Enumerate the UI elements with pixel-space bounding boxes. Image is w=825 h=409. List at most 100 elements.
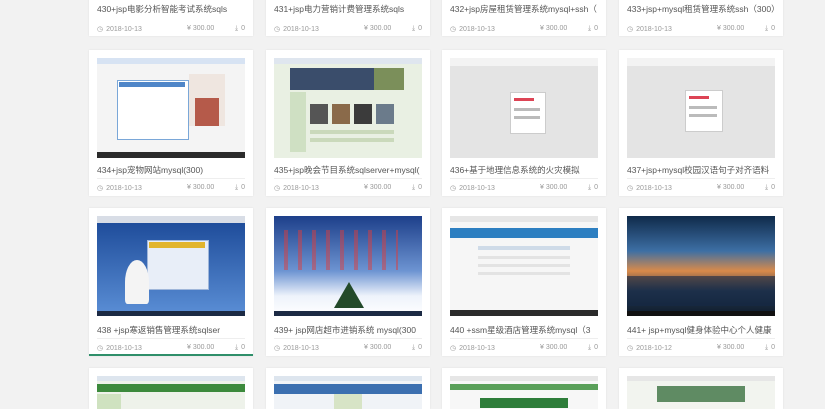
- clock-icon: ◷: [627, 26, 634, 33]
- product-title[interactable]: 436+基于地理信息系统的火灾模拟: [450, 164, 598, 176]
- product-date: 2018-10-13: [459, 26, 495, 33]
- product-price: ¥ 300.00: [717, 344, 745, 351]
- clock-icon: ◷: [274, 26, 281, 33]
- product-price: ¥ 300.00: [364, 184, 392, 191]
- product-card[interactable]: 430+jsp电影分析智能考试系统sqls ◷ 2018-10-13 ¥ 300.…: [89, 0, 253, 36]
- clock-icon: ◷: [97, 185, 104, 192]
- download-icon: ⤓: [411, 25, 416, 32]
- product-price: ¥ 300.00: [717, 25, 745, 32]
- product-price: ¥ 300.00: [187, 25, 215, 32]
- product-title[interactable]: 440 +ssm星级酒店管理系统mysql（3: [450, 324, 598, 336]
- download-count: 0: [418, 344, 422, 351]
- product-date: 2018-10-13: [459, 185, 495, 192]
- product-thumbnail[interactable]: [627, 376, 775, 409]
- product-date: 2018-10-12: [636, 345, 672, 352]
- product-title[interactable]: 434+jsp宠物网站mysql(300): [97, 164, 245, 176]
- download-count: 0: [594, 344, 598, 351]
- product-price: ¥ 300.00: [187, 184, 215, 191]
- download-icon: ⤓: [234, 344, 239, 351]
- product-title[interactable]: 441+ jsp+mysql健身体验中心个人健康: [627, 324, 775, 336]
- product-card[interactable]: 439+ jsp网店超市进销系统 mysql(300 ◷ 2018-10-13 ¥…: [266, 208, 430, 356]
- download-count: 0: [771, 184, 775, 191]
- download-count: 0: [594, 25, 598, 32]
- download-icon: ⤓: [234, 184, 239, 191]
- product-thumbnail[interactable]: [274, 216, 422, 316]
- download-icon: ⤓: [411, 344, 416, 351]
- clock-icon: ◷: [97, 345, 104, 352]
- product-date: 2018-10-13: [106, 185, 142, 192]
- product-thumbnail[interactable]: [450, 216, 598, 316]
- product-card[interactable]: 441+ jsp+mysql健身体验中心个人健康 ◷ 2018-10-12 ¥ 3…: [619, 208, 783, 356]
- product-card[interactable]: 436+基于地理信息系统的火灾模拟 ◷ 2018-10-13 ¥ 300.00 ⤓…: [442, 50, 606, 196]
- product-thumbnail[interactable]: [97, 216, 245, 316]
- product-card[interactable]: 440 +ssm星级酒店管理系统mysql（3 ◷ 2018-10-13 ¥ 30…: [442, 208, 606, 356]
- product-thumbnail[interactable]: [274, 58, 422, 158]
- clock-icon: ◷: [274, 345, 281, 352]
- download-count: 0: [418, 25, 422, 32]
- product-title[interactable]: 439+ jsp网店超市进销系统 mysql(300: [274, 324, 422, 336]
- clock-icon: ◷: [627, 185, 634, 192]
- product-thumbnail[interactable]: [627, 216, 775, 316]
- product-card[interactable]: [619, 368, 783, 409]
- product-date: 2018-10-13: [636, 26, 672, 33]
- download-icon: ⤓: [587, 184, 592, 191]
- product-card[interactable]: 432+jsp房屋租赁管理系统mysql+ssh（ ◷ 2018-10-13 ¥ …: [442, 0, 606, 36]
- active-indicator: [89, 354, 253, 356]
- download-count: 0: [594, 184, 598, 191]
- download-icon: ⤓: [411, 184, 416, 191]
- download-icon: ⤓: [764, 25, 769, 32]
- product-card[interactable]: [266, 368, 430, 409]
- clock-icon: ◷: [274, 185, 281, 192]
- product-card[interactable]: 435+jsp晚会节目系统sqlserver+mysql( ◷ 2018-10-1…: [266, 50, 430, 196]
- product-date: 2018-10-13: [636, 185, 672, 192]
- product-date: 2018-10-13: [459, 345, 495, 352]
- product-date: 2018-10-13: [283, 26, 319, 33]
- clock-icon: ◷: [450, 345, 457, 352]
- product-date: 2018-10-13: [283, 345, 319, 352]
- product-thumbnail[interactable]: [274, 376, 422, 409]
- product-price: ¥ 300.00: [717, 184, 745, 191]
- product-title[interactable]: 432+jsp房屋租赁管理系统mysql+ssh（: [450, 3, 598, 15]
- download-count: 0: [771, 25, 775, 32]
- product-date: 2018-10-13: [283, 185, 319, 192]
- download-icon: ⤓: [587, 344, 592, 351]
- product-thumbnail[interactable]: [450, 58, 598, 158]
- download-count: 0: [418, 184, 422, 191]
- download-icon: ⤓: [587, 25, 592, 32]
- product-title[interactable]: 438 +jsp寒返销售管理系统sqlser: [97, 324, 245, 336]
- product-thumbnail[interactable]: [97, 376, 245, 409]
- download-count: 0: [241, 344, 245, 351]
- clock-icon: ◷: [627, 345, 634, 352]
- product-price: ¥ 300.00: [540, 344, 568, 351]
- download-count: 0: [241, 184, 245, 191]
- product-card[interactable]: 431+jsp电力营销计费管理系统sqls ◷ 2018-10-13 ¥ 300.…: [266, 0, 430, 36]
- product-price: ¥ 300.00: [540, 25, 568, 32]
- product-title[interactable]: 435+jsp晚会节目系统sqlserver+mysql(: [274, 164, 422, 176]
- download-count: 0: [771, 344, 775, 351]
- clock-icon: ◷: [450, 185, 457, 192]
- product-price: ¥ 300.00: [364, 25, 392, 32]
- product-title[interactable]: 433+jsp+mysql租赁管理系统ssh（300）: [627, 3, 775, 15]
- product-card[interactable]: 437+jsp+mysql校园汉语句子对齐语料 ◷ 2018-10-13 ¥ 30…: [619, 50, 783, 196]
- product-card[interactable]: 438 +jsp寒返销售管理系统sqlser ◷ 2018-10-13 ¥ 300…: [89, 208, 253, 356]
- download-icon: ⤓: [234, 25, 239, 32]
- clock-icon: ◷: [450, 26, 457, 33]
- product-date: 2018-10-13: [106, 345, 142, 352]
- product-thumbnail[interactable]: [450, 376, 598, 409]
- download-count: 0: [241, 25, 245, 32]
- product-thumbnail[interactable]: [97, 58, 245, 158]
- product-card[interactable]: 434+jsp宠物网站mysql(300) ◷ 2018-10-13 ¥ 300.…: [89, 50, 253, 196]
- product-thumbnail[interactable]: [627, 58, 775, 158]
- download-icon: ⤓: [764, 344, 769, 351]
- product-date: 2018-10-13: [106, 26, 142, 33]
- product-title[interactable]: 430+jsp电影分析智能考试系统sqls: [97, 3, 245, 15]
- download-icon: ⤓: [764, 184, 769, 191]
- product-title[interactable]: 431+jsp电力营销计费管理系统sqls: [274, 3, 422, 15]
- product-card[interactable]: [89, 368, 253, 409]
- product-card[interactable]: 433+jsp+mysql租赁管理系统ssh（300） ◷ 2018-10-13 …: [619, 0, 783, 36]
- clock-icon: ◷: [97, 26, 104, 33]
- product-card[interactable]: [442, 368, 606, 409]
- product-title[interactable]: 437+jsp+mysql校园汉语句子对齐语料: [627, 164, 775, 176]
- product-price: ¥ 300.00: [540, 184, 568, 191]
- product-price: ¥ 300.00: [187, 344, 215, 351]
